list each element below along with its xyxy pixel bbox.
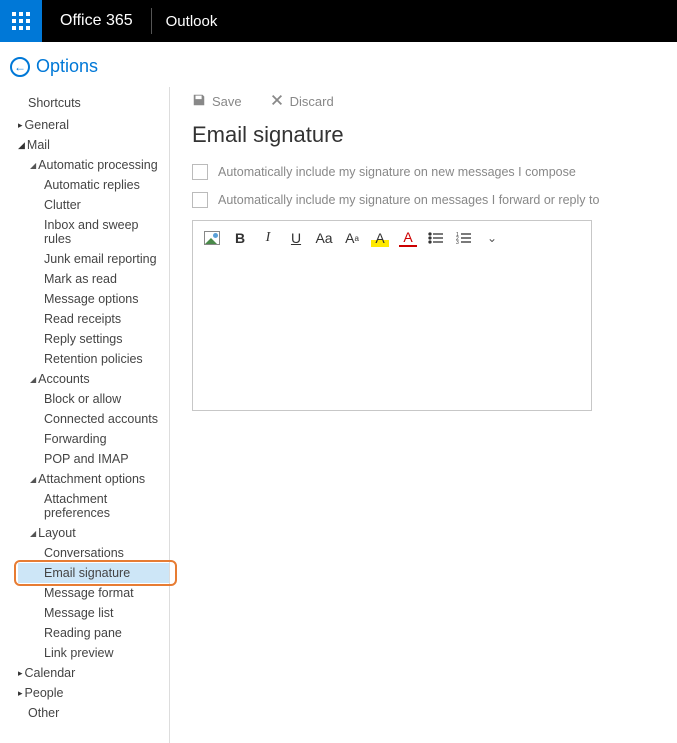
nav-inbox-sweep[interactable]: Inbox and sweep rules bbox=[18, 215, 169, 249]
save-button[interactable]: Save bbox=[192, 93, 242, 110]
brand-label: Office 365 bbox=[42, 12, 151, 30]
nav-message-format[interactable]: Message format bbox=[18, 583, 169, 603]
nav-attachment-preferences[interactable]: Attachment preferences bbox=[18, 489, 169, 523]
font-color-button[interactable]: A bbox=[399, 229, 417, 247]
bullet-list-button[interactable] bbox=[427, 229, 445, 247]
app-header: Office 365 Outlook bbox=[0, 0, 677, 42]
nav-reply-settings[interactable]: Reply settings bbox=[18, 329, 169, 349]
nav-other[interactable]: Other bbox=[18, 703, 169, 723]
nav-junk-reporting[interactable]: Junk email reporting bbox=[18, 249, 169, 269]
more-formatting-icon[interactable]: ⌄ bbox=[483, 229, 501, 247]
nav-conversations[interactable]: Conversations bbox=[18, 543, 169, 563]
app-launcher-icon[interactable] bbox=[0, 0, 42, 42]
save-icon bbox=[192, 93, 206, 110]
action-bar: Save Discard bbox=[192, 93, 665, 120]
font-case-button[interactable]: Aa bbox=[343, 229, 361, 247]
bold-button[interactable]: B bbox=[231, 229, 249, 247]
options-label: Options bbox=[36, 56, 98, 77]
nav-attachment-options[interactable]: ◢Attachment options bbox=[18, 469, 169, 489]
main-content: Save Discard Email signature Automatical… bbox=[170, 87, 677, 743]
nav-read-receipts[interactable]: Read receipts bbox=[18, 309, 169, 329]
insert-image-icon[interactable] bbox=[203, 229, 221, 247]
nav-layout[interactable]: ◢Layout bbox=[18, 523, 169, 543]
underline-button[interactable]: U bbox=[287, 229, 305, 247]
nav-email-signature[interactable]: Email signature bbox=[18, 563, 169, 583]
options-sidebar: Shortcuts ▸General ◢Mail ◢Automatic proc… bbox=[0, 87, 170, 743]
nav-general[interactable]: ▸General bbox=[18, 115, 169, 135]
nav-automatic-processing[interactable]: ◢Automatic processing bbox=[18, 155, 169, 175]
page-title: Email signature bbox=[192, 122, 665, 148]
italic-button[interactable]: I bbox=[259, 229, 277, 247]
back-arrow-icon[interactable] bbox=[10, 57, 30, 77]
svg-text:3: 3 bbox=[456, 240, 459, 245]
nav-mark-as-read[interactable]: Mark as read bbox=[18, 269, 169, 289]
nav-reading-pane[interactable]: Reading pane bbox=[18, 623, 169, 643]
include-reply-row[interactable]: Automatically include my signature on me… bbox=[192, 192, 665, 208]
include-reply-label: Automatically include my signature on me… bbox=[218, 193, 599, 207]
nav-block-or-allow[interactable]: Block or allow bbox=[18, 389, 169, 409]
font-size-button[interactable]: Aa bbox=[315, 229, 333, 247]
nav-people[interactable]: ▸People bbox=[18, 683, 169, 703]
nav-retention-policies[interactable]: Retention policies bbox=[18, 349, 169, 369]
nav-message-options[interactable]: Message options bbox=[18, 289, 169, 309]
options-back-row[interactable]: Options bbox=[0, 42, 677, 87]
nav-link-preview[interactable]: Link preview bbox=[18, 643, 169, 663]
number-list-button[interactable]: 123 bbox=[455, 229, 473, 247]
discard-button[interactable]: Discard bbox=[270, 93, 334, 110]
signature-editor: B I U Aa Aa A A 123 ⌄ bbox=[192, 220, 592, 411]
nav-automatic-replies[interactable]: Automatic replies bbox=[18, 175, 169, 195]
discard-icon bbox=[270, 93, 284, 110]
nav-calendar[interactable]: ▸Calendar bbox=[18, 663, 169, 683]
editor-toolbar: B I U Aa Aa A A 123 ⌄ bbox=[193, 221, 591, 255]
signature-textarea[interactable] bbox=[193, 255, 591, 410]
nav-mail[interactable]: ◢Mail bbox=[18, 135, 169, 155]
nav-message-list[interactable]: Message list bbox=[18, 603, 169, 623]
nav-clutter[interactable]: Clutter bbox=[18, 195, 169, 215]
nav-connected-accounts[interactable]: Connected accounts bbox=[18, 409, 169, 429]
include-new-checkbox[interactable] bbox=[192, 164, 208, 180]
nav-pop-imap[interactable]: POP and IMAP bbox=[18, 449, 169, 469]
nav-forwarding[interactable]: Forwarding bbox=[18, 429, 169, 449]
nav-shortcuts[interactable]: Shortcuts bbox=[18, 93, 169, 115]
include-new-label: Automatically include my signature on ne… bbox=[218, 165, 576, 179]
app-name: Outlook bbox=[152, 13, 232, 30]
include-reply-checkbox[interactable] bbox=[192, 192, 208, 208]
nav-accounts[interactable]: ◢Accounts bbox=[18, 369, 169, 389]
include-new-row[interactable]: Automatically include my signature on ne… bbox=[192, 164, 665, 180]
highlight-button[interactable]: A bbox=[371, 229, 389, 247]
